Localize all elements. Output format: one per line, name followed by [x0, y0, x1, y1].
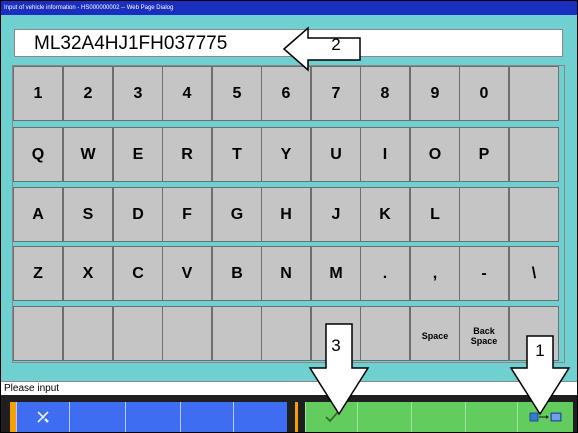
window-title: Input of vehicle information - HS0000000…	[1, 1, 577, 15]
key-v[interactable]: V	[162, 246, 212, 301]
key-b[interactable]: B	[212, 246, 262, 301]
key-9[interactable]: 9	[410, 66, 460, 121]
key-comma[interactable]: ,	[410, 246, 460, 301]
key-x[interactable]: X	[63, 246, 113, 301]
key-a[interactable]: A	[13, 187, 63, 242]
key-space[interactable]: Space	[410, 306, 460, 361]
function-button-3[interactable]	[125, 402, 180, 432]
function-button-2[interactable]	[69, 402, 125, 432]
key-s[interactable]: S	[63, 187, 113, 242]
key-m[interactable]: M	[311, 246, 361, 301]
key-period[interactable]: .	[360, 246, 410, 301]
key-blank-2-9	[459, 187, 509, 242]
key-j[interactable]: J	[311, 187, 361, 242]
key-blank-4-1	[63, 306, 113, 361]
key-hyphen[interactable]: -	[459, 246, 509, 301]
key-h[interactable]: H	[261, 187, 311, 242]
callout-number-2: 2	[331, 35, 341, 54]
key-u[interactable]: U	[311, 127, 361, 182]
key-blank-1-10	[509, 127, 559, 182]
key-5[interactable]: 5	[212, 66, 262, 121]
key-o[interactable]: O	[410, 127, 460, 182]
key-c[interactable]: C	[113, 246, 163, 301]
key-2[interactable]: 2	[63, 66, 113, 121]
key-backslash[interactable]: \	[509, 246, 559, 301]
key-k[interactable]: K	[360, 187, 410, 242]
key-6[interactable]: 6	[261, 66, 311, 121]
key-r[interactable]: R	[162, 127, 212, 182]
key-blank-0-10	[509, 66, 559, 121]
key-d[interactable]: D	[113, 187, 163, 242]
key-blank-4-4	[212, 306, 262, 361]
key-y[interactable]: Y	[261, 127, 311, 182]
key-7[interactable]: 7	[311, 66, 361, 121]
function-key-bar	[1, 395, 577, 432]
key-blank-4-0	[13, 306, 63, 361]
tools-icon	[37, 411, 49, 423]
key-z[interactable]: Z	[13, 246, 63, 301]
on-screen-keyboard: 1 2 3 4 5 6 7 8 9 0 Q W E R T Y U I O P A S D F G H J K L Z X C V B N M., - \…	[12, 65, 565, 363]
key-4[interactable]: 4	[162, 66, 212, 121]
key-f[interactable]: F	[162, 187, 212, 242]
function-button-5[interactable]	[233, 402, 287, 432]
key-w[interactable]: W	[63, 127, 113, 182]
key-g[interactable]: G	[212, 187, 262, 242]
key-n[interactable]: N	[261, 246, 311, 301]
key-1[interactable]: 1	[13, 66, 63, 121]
key-p[interactable]: P	[459, 127, 509, 182]
function-button-4[interactable]	[180, 402, 233, 432]
key-blank-2-10	[509, 187, 559, 242]
key-t[interactable]: T	[212, 127, 262, 182]
status-message: Please input	[1, 381, 577, 395]
function-button-8[interactable]	[411, 402, 465, 432]
key-blank-4-3	[162, 306, 212, 361]
key-8[interactable]: 8	[360, 66, 410, 121]
key-0[interactable]: 0	[459, 66, 509, 121]
tools-button[interactable]	[16, 402, 69, 432]
key-l[interactable]: L	[410, 187, 460, 242]
callout-number-1: 1	[535, 341, 545, 360]
key-back-space[interactable]: Back Space	[459, 306, 509, 361]
key-i[interactable]: I	[360, 127, 410, 182]
callout-number-3: 3	[331, 336, 341, 355]
key-q[interactable]: Q	[13, 127, 63, 182]
key-blank-4-2	[113, 306, 163, 361]
key-3[interactable]: 3	[113, 66, 163, 121]
key-e[interactable]: E	[113, 127, 163, 182]
